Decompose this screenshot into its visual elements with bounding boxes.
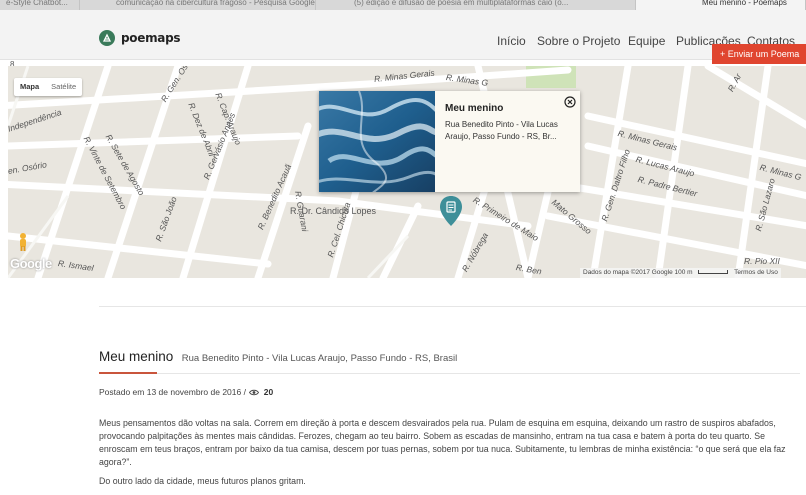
street-label: R. Pio XII <box>744 256 780 266</box>
post-heading: Meu menino Rua Benedito Pinto - Vila Luc… <box>99 348 457 366</box>
street-label: R. Dr. Cândido Lopes <box>290 206 377 216</box>
map[interactable]: R. Minas Gerais R. Minas G R. Gen. Osóri… <box>8 66 806 278</box>
browser-tab[interactable]: e-Style Chatbot... <box>0 0 80 10</box>
post-location: Rua Benedito Pinto - Vila Lucas Araujo, … <box>181 353 458 364</box>
poem-paragraph: Do outro lado da cidade, meus futuros pl… <box>99 476 306 486</box>
map-info-window: Meu menino Rua Benedito Pinto - Vila Luc… <box>319 91 580 192</box>
title-accent-underline <box>99 372 157 374</box>
map-scale-bar <box>698 270 729 275</box>
site-header: poemaps Início Sobre o Projeto Equipe Pu… <box>0 10 806 64</box>
nav-inicio[interactable]: Início <box>497 34 526 48</box>
post-title: Meu menino <box>99 349 174 364</box>
close-icon[interactable] <box>564 96 576 108</box>
title-rule <box>157 373 800 374</box>
street-view-pegman-icon[interactable] <box>16 232 30 252</box>
browser-tab-strip: e-Style Chatbot... comunicação na ciberc… <box>0 0 806 10</box>
map-type-map-button[interactable]: Mapa <box>14 78 45 96</box>
post-date: Postado em 13 de novembro de 2016 / <box>99 387 246 397</box>
view-count: 20 <box>263 387 274 397</box>
poem-thumbnail-image[interactable] <box>319 91 435 192</box>
map-terms-link[interactable]: Termos de Uso <box>734 269 778 276</box>
logo-text: poemaps <box>121 31 181 45</box>
poemaps-logo-icon <box>99 30 115 46</box>
nav-equipe[interactable]: Equipe <box>628 34 665 48</box>
info-window-address: Rua Benedito Pinto - Vila Lucas Araujo, … <box>445 120 558 141</box>
map-data-credit: Dados do mapa ©2017 Google 100 m <box>583 269 693 276</box>
info-window-title[interactable]: Meu menino <box>445 103 503 114</box>
map-type-control: Mapa Satélite <box>14 78 83 96</box>
map-pin-icon[interactable] <box>439 195 463 227</box>
eye-icon <box>249 390 260 396</box>
post-meta: Postado em 13 de novembro de 2016 / 20 <box>99 387 273 397</box>
google-logo: Google <box>10 256 52 271</box>
site-logo[interactable]: poemaps <box>99 30 181 46</box>
send-poem-button[interactable]: + Enviar um Poema <box>712 44 806 64</box>
browser-tab[interactable]: (5) edição e difusão de poesia em multip… <box>316 0 636 10</box>
nav-sobre-o-projeto[interactable]: Sobre o Projeto <box>537 34 620 48</box>
browser-tab[interactable]: comunicação na cibercultura fragoso - Pe… <box>80 0 316 10</box>
browser-tab-active[interactable]: Meu menino - Poemaps <box>636 0 806 10</box>
map-type-satellite-button[interactable]: Satélite <box>45 78 82 96</box>
section-divider <box>99 306 806 307</box>
poem-paragraph: Meus pensamentos dão voltas na sala. Cor… <box>99 418 786 467</box>
map-attribution: Dados do mapa ©2017 Google 100 m Termos … <box>580 268 781 278</box>
